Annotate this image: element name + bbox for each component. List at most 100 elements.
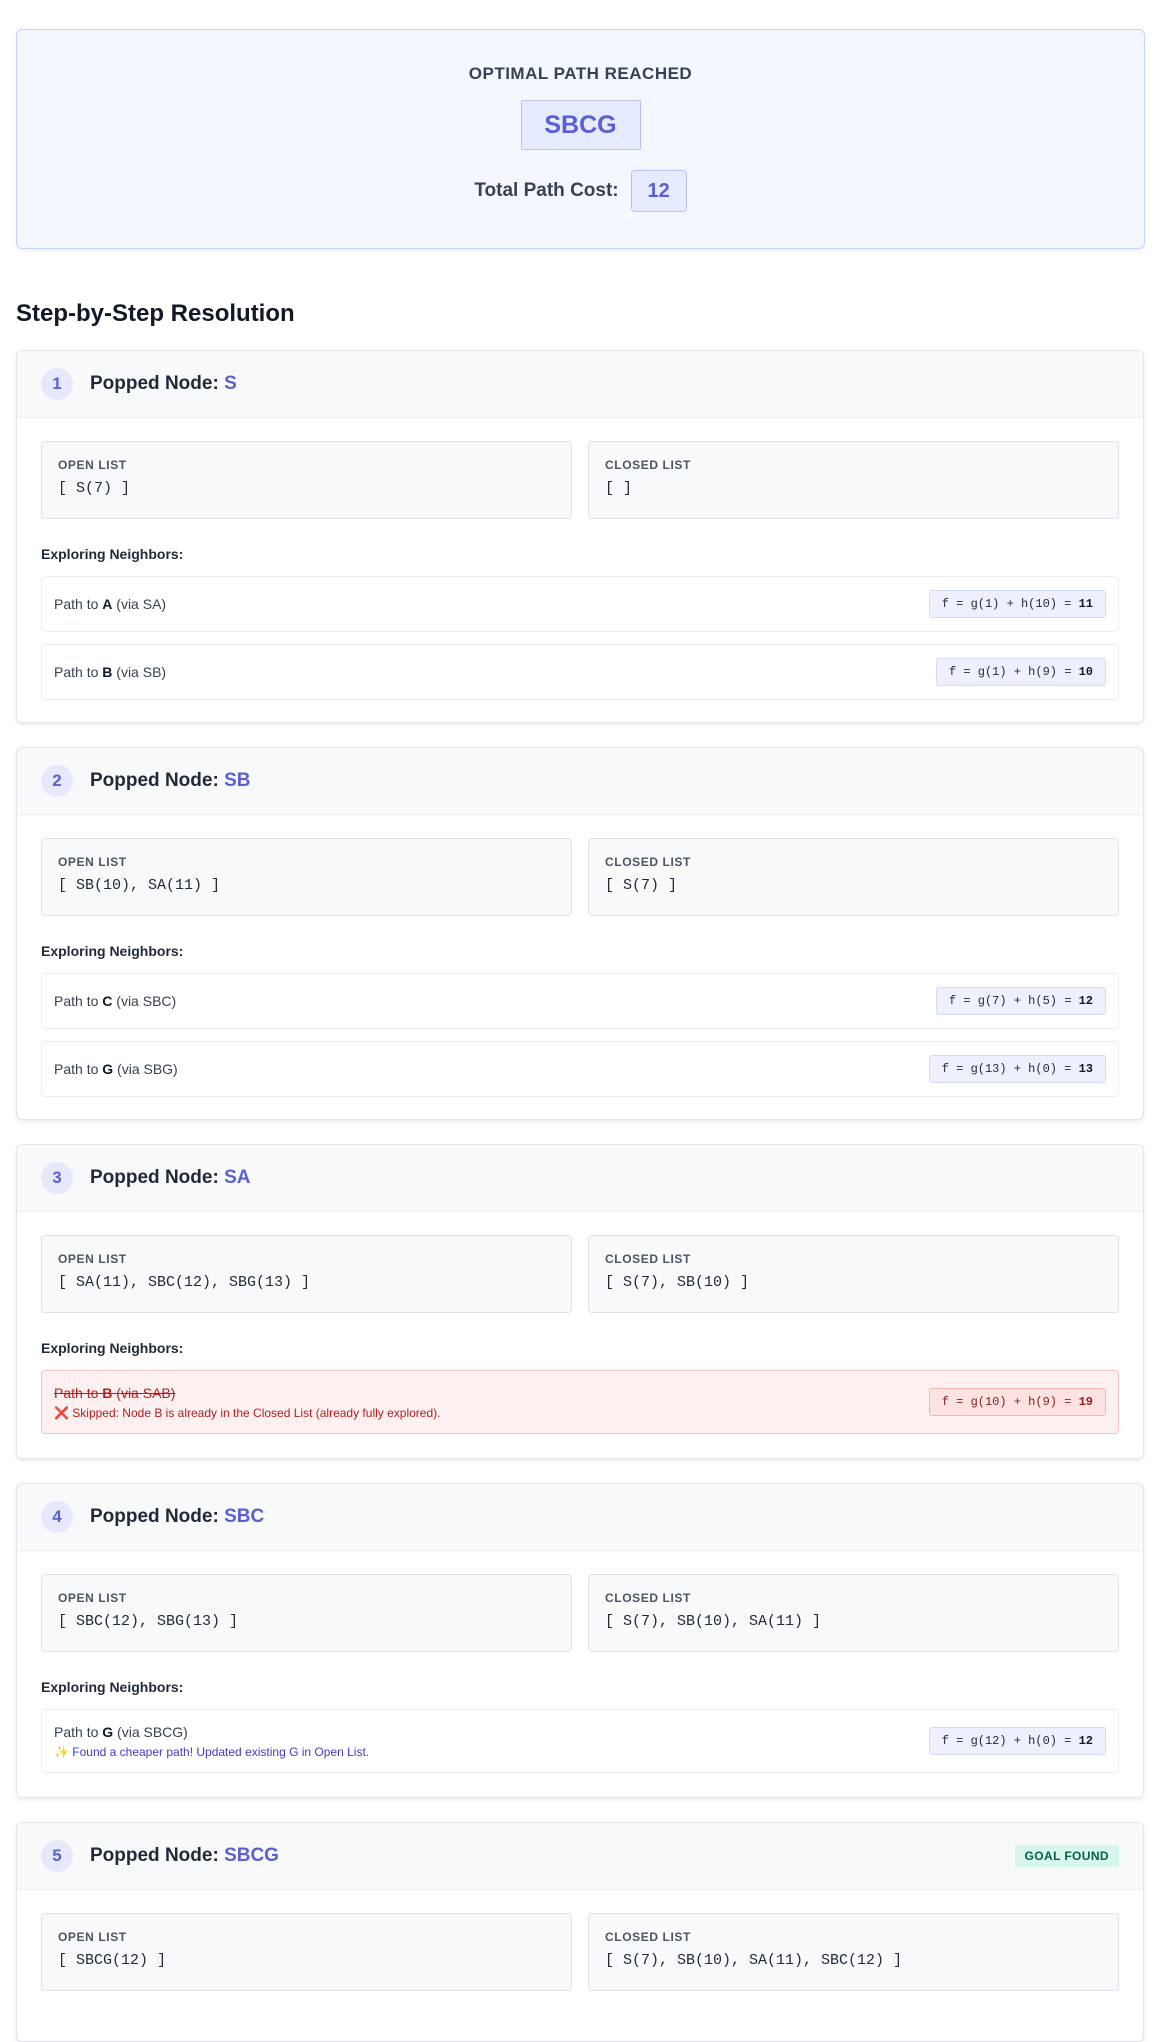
neighbor-dest: B xyxy=(102,1384,113,1401)
f-value: 13 xyxy=(1078,1062,1093,1076)
neighbor-via: (via SAB) xyxy=(116,1384,176,1401)
neighbor-via: (via SB) xyxy=(116,664,167,680)
neighbor-dest: C xyxy=(102,993,113,1009)
popped-node-label: Popped Node: xyxy=(90,770,219,791)
neighbor-dest: B xyxy=(102,664,113,680)
open-list-content: [ S(7) ] xyxy=(58,480,131,497)
closed-list-content: [ S(7) ] xyxy=(605,877,678,894)
step-card: 4 Popped Node: SBC OPEN LIST [ SBC(12), … xyxy=(16,1483,1144,1798)
open-list-content: [ SB(10), SA(11) ] xyxy=(58,877,221,894)
section-heading: Step-by-Step Resolution xyxy=(16,300,295,327)
open-list: OPEN LIST [ SBC(12), SBG(13) ] xyxy=(41,1574,572,1652)
neighbor-row: Path to A (via SA) f = g(1) + h(10) = 11 xyxy=(41,576,1119,632)
path-to-label: Path to xyxy=(54,1384,99,1401)
formula-text: f = g(1) + h(9) = xyxy=(948,665,1079,679)
open-list: OPEN LIST [ S(7) ] xyxy=(41,441,572,519)
open-list: OPEN LIST [ SA(11), SBC(12), SBG(13) ] xyxy=(41,1235,572,1313)
step-number: 5 xyxy=(41,1840,73,1872)
popped-node-label: Popped Node: xyxy=(90,373,219,394)
closed-list: CLOSED LIST [ S(7), SB(10) ] xyxy=(588,1235,1119,1313)
path-to-label: Path to xyxy=(54,1061,99,1077)
closed-list: CLOSED LIST [ S(7) ] xyxy=(588,838,1119,916)
closed-list-label: CLOSED LIST xyxy=(605,1252,691,1266)
path-to-label: Path to xyxy=(54,993,99,1009)
path-to-label: Path to xyxy=(54,664,99,680)
closed-list-label: CLOSED LIST xyxy=(605,1930,691,1944)
popped-node-label: Popped Node: xyxy=(90,1845,219,1866)
popped-node-label: Popped Node: xyxy=(90,1167,219,1188)
formula-text: f = g(10) + h(9) = xyxy=(941,1395,1079,1409)
open-list-content: [ SBC(12), SBG(13) ] xyxy=(58,1613,239,1630)
f-formula: f = g(10) + h(9) = 19 xyxy=(928,1388,1106,1416)
closed-list-content: [ S(7), SB(10), SA(11) ] xyxy=(605,1613,822,1630)
step-number: 1 xyxy=(41,368,73,400)
closed-list-label: CLOSED LIST xyxy=(605,1591,691,1605)
f-value: 12 xyxy=(1078,994,1093,1008)
closed-list-label: CLOSED LIST xyxy=(605,458,691,472)
neighbor-via: (via SBCG) xyxy=(117,1723,188,1740)
neighbor-row: Path to C (via SBC) f = g(7) + h(5) = 12 xyxy=(41,973,1119,1029)
neighbor-dest: G xyxy=(102,1723,114,1740)
neighbor-dest: A xyxy=(102,596,113,612)
exploring-label: Exploring Neighbors: xyxy=(41,1340,184,1356)
popped-node: SB xyxy=(224,770,251,791)
open-list-label: OPEN LIST xyxy=(58,1930,127,1944)
neighbor-via: (via SBC) xyxy=(116,993,177,1009)
closed-list-label: CLOSED LIST xyxy=(605,855,691,869)
f-formula: f = g(12) + h(0) = 12 xyxy=(928,1727,1106,1755)
popped-node-label: Popped Node: xyxy=(90,1506,219,1527)
popped-node: SBCG xyxy=(224,1845,279,1866)
step-number: 4 xyxy=(41,1501,73,1533)
total-cost-label: Total Path Cost: xyxy=(474,180,619,201)
formula-text: f = g(13) + h(0) = xyxy=(941,1062,1079,1076)
closed-list-content: [ S(7), SB(10) ] xyxy=(605,1274,750,1291)
step-number: 3 xyxy=(41,1162,73,1194)
f-formula: f = g(1) + h(9) = 10 xyxy=(935,658,1106,686)
optimal-path: SBCG xyxy=(520,100,641,150)
f-value: 19 xyxy=(1078,1395,1093,1409)
formula-text: f = g(12) + h(0) = xyxy=(941,1734,1079,1748)
closed-list-content: [ ] xyxy=(605,480,633,497)
neighbor-row-skipped: Path to B (via SAB) ❌ Skipped: Node B is… xyxy=(41,1370,1119,1434)
neighbor-dest: G xyxy=(102,1061,114,1077)
open-list-label: OPEN LIST xyxy=(58,458,127,472)
closed-list-content: [ S(7), SB(10), SA(11), SBC(12) ] xyxy=(605,1952,903,1969)
neighbor-via: (via SBG) xyxy=(117,1061,178,1077)
popped-node: SBC xyxy=(224,1506,265,1527)
summary-title: OPTIMAL PATH REACHED xyxy=(468,64,693,83)
path-to-label: Path to xyxy=(54,1723,99,1740)
open-list-label: OPEN LIST xyxy=(58,1252,127,1266)
open-list: OPEN LIST [ SB(10), SA(11) ] xyxy=(41,838,572,916)
closed-list: CLOSED LIST [ ] xyxy=(588,441,1119,519)
skip-note: ❌ Skipped: Node B is already in the Clos… xyxy=(54,1405,441,1420)
f-value: 11 xyxy=(1078,597,1093,611)
neighbor-row: Path to G (via SBG) f = g(13) + h(0) = 1… xyxy=(41,1041,1119,1097)
exploring-label: Exploring Neighbors: xyxy=(41,546,184,562)
f-value: 10 xyxy=(1078,665,1093,679)
open-list: OPEN LIST [ SBCG(12) ] xyxy=(41,1913,572,1991)
summary-card: OPTIMAL PATH REACHED SBCG Total Path Cos… xyxy=(16,29,1145,249)
formula-text: f = g(1) + h(10) = xyxy=(941,597,1079,611)
f-value: 12 xyxy=(1078,1734,1093,1748)
exploring-label: Exploring Neighbors: xyxy=(41,1679,184,1695)
exploring-label: Exploring Neighbors: xyxy=(41,943,184,959)
closed-list: CLOSED LIST [ S(7), SB(10), SA(11) ] xyxy=(588,1574,1119,1652)
path-to-label: Path to xyxy=(54,596,99,612)
open-list-content: [ SBCG(12) ] xyxy=(58,1952,167,1969)
open-list-content: [ SA(11), SBC(12), SBG(13) ] xyxy=(58,1274,311,1291)
f-formula: f = g(13) + h(0) = 13 xyxy=(928,1055,1106,1083)
open-list-label: OPEN LIST xyxy=(58,1591,127,1605)
f-formula: f = g(7) + h(5) = 12 xyxy=(935,987,1106,1015)
neighbor-row: Path to G (via SBCG) ✨ Found a cheaper p… xyxy=(41,1709,1119,1773)
popped-node: SA xyxy=(224,1167,251,1188)
step-number: 2 xyxy=(41,765,73,797)
total-cost-value: 12 xyxy=(630,170,687,212)
step-card: 3 Popped Node: SA OPEN LIST [ SA(11), SB… xyxy=(16,1144,1144,1459)
f-formula: f = g(1) + h(10) = 11 xyxy=(928,590,1106,618)
step-card: 5 Popped Node: SBCG GOAL FOUND OPEN LIST… xyxy=(16,1822,1144,2042)
step-card: 1 Popped Node: S OPEN LIST [ S(7) ] CLOS… xyxy=(16,350,1144,723)
open-list-label: OPEN LIST xyxy=(58,855,127,869)
goal-found-badge: GOAL FOUND xyxy=(1014,1845,1119,1867)
neighbor-row: Path to B (via SB) f = g(1) + h(9) = 10 xyxy=(41,644,1119,700)
step-card: 2 Popped Node: SB OPEN LIST [ SB(10), SA… xyxy=(16,747,1144,1120)
